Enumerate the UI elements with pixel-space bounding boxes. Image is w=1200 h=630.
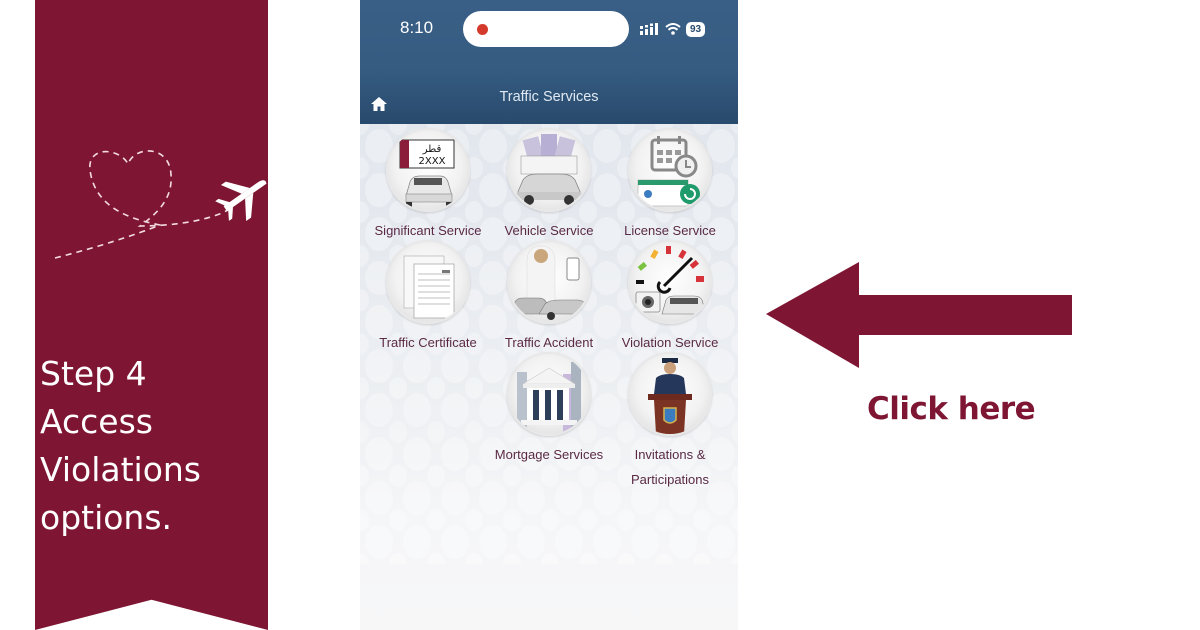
tile-label-line: Invitations & — [634, 447, 706, 462]
click-here-callout: Click here — [867, 391, 1036, 427]
step-line: Violations — [40, 450, 202, 489]
significant-service-button[interactable]: قطر 2XXX Significant Service — [368, 128, 488, 243]
traffic-accident-button[interactable]: Traffic Accident — [489, 240, 609, 355]
tile-label: Traffic Certificate — [379, 335, 477, 350]
officer-podium-icon — [628, 352, 712, 436]
bank-building-icon — [507, 352, 591, 436]
invitations-participations-button[interactable]: Invitations & Participations — [610, 352, 730, 492]
left-arrow-icon — [766, 262, 1072, 368]
dashed-heart-trail — [54, 150, 229, 259]
step-instructions: Step 4 Access Violations options. — [40, 350, 265, 542]
battery-level: 93 — [686, 21, 706, 37]
heart-airplane-decoration — [54, 150, 267, 259]
plate-number: 2XXX — [419, 156, 446, 167]
traffic-certificate-button[interactable]: Traffic Certificate — [368, 240, 488, 355]
license-service-button[interactable]: License Service — [610, 128, 730, 243]
violation-service-button[interactable]: Violation Service — [610, 240, 730, 355]
plate-arabic: قطر — [422, 144, 442, 155]
license-calendar-icon — [628, 128, 712, 212]
certificate-documents-icon — [386, 240, 470, 324]
screen-recording-indicator[interactable] — [463, 11, 629, 47]
recording-dot-icon — [477, 24, 488, 35]
airplane-icon — [215, 180, 267, 222]
vehicle-service-button[interactable]: Vehicle Service — [489, 128, 609, 243]
license-plate-car-icon: قطر 2XXX — [386, 128, 470, 212]
wifi-icon — [665, 23, 681, 35]
phone-screen: 8:10 93 Traffic Services قطر 2XXX Signif… — [360, 0, 738, 630]
tile-label: Mortgage Services — [494, 447, 604, 462]
app-header: 8:10 93 Traffic Services — [360, 0, 738, 124]
tile-label-line: Participations — [630, 472, 710, 487]
step-line: Access — [40, 402, 153, 441]
status-icons: 93 — [640, 20, 706, 38]
vehicle-documents-icon — [507, 128, 591, 212]
header-title: Traffic Services — [499, 89, 599, 105]
cellular-signal-icon — [640, 23, 658, 35]
step-banner: Step 4 Access Violations options. — [35, 0, 268, 630]
status-time: 8:10 — [400, 18, 434, 37]
mortgage-services-button[interactable]: Mortgage Services — [489, 352, 609, 467]
step-number: Step 4 — [40, 354, 147, 393]
tile-label: Invitations & Participations — [610, 442, 730, 492]
speedometer-camera-icon — [628, 240, 712, 324]
step-line: options. — [40, 498, 173, 537]
accident-cars-icon — [507, 240, 591, 324]
